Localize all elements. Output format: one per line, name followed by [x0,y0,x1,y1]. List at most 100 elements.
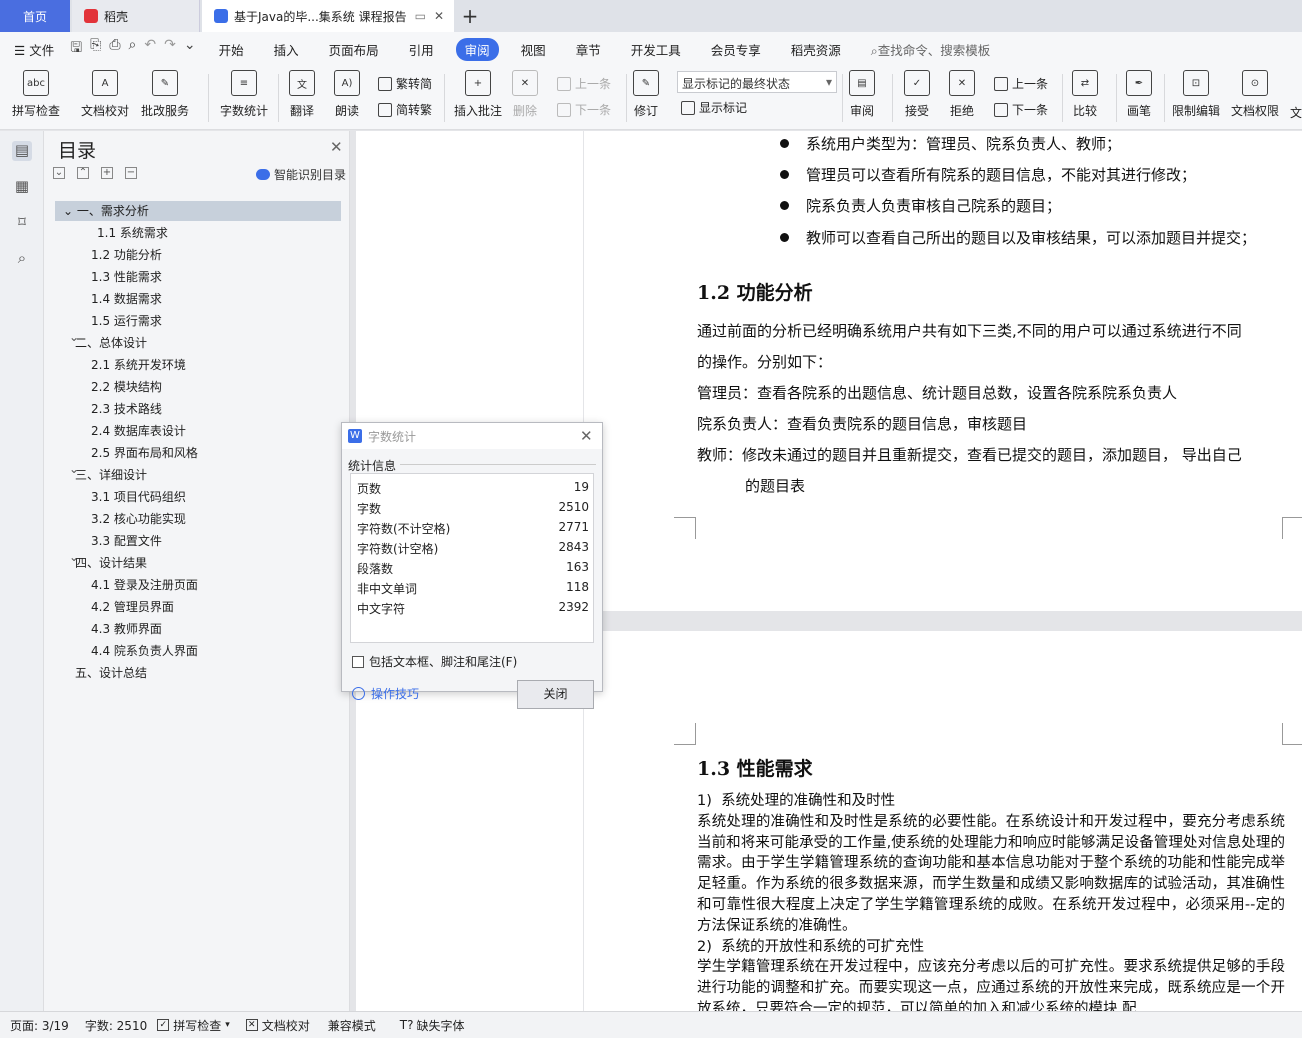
stat-row: 字数 2510 [357,500,589,517]
more-ribbon-button[interactable]: 文 [1290,104,1302,121]
insert-comment-button[interactable]: + 插入批注 [454,70,502,119]
export-icon[interactable]: ⎘ [90,37,101,61]
smart-toc-button[interactable]: 智能识别目录 [256,166,346,183]
toc-entry[interactable]: 3.1 项目代码组织 [91,487,186,507]
missing-font-status[interactable]: T? 缺失字体 [400,1017,465,1034]
toc-entry[interactable]: 2.3 技术路线 [91,399,162,419]
reject-button[interactable]: ✕ 拒绝 [949,70,975,119]
close-icon[interactable]: ✕ [330,138,343,156]
toc-entry[interactable]: 1.1 系统需求 [97,223,168,243]
read-aloud-button[interactable]: A) 朗读 [334,70,360,119]
review-pane-button[interactable]: ▤ 审阅 [849,70,875,119]
menu-chapter[interactable]: 章节 [561,40,616,59]
toc-entry[interactable]: ⌄ 一、需求分析 [55,201,341,221]
toc-entry[interactable]: 四、设计结果 [75,553,147,573]
to-simplified-button[interactable]: 简转繁 [378,101,432,118]
pen-button[interactable]: ✒ 画笔 [1126,70,1152,119]
spell-check-button[interactable]: abc 拼写检查 [12,70,60,119]
toc-entry[interactable]: 2.2 模块结构 [91,377,162,397]
toc-entry[interactable]: 4.3 教师界面 [91,619,162,639]
toc-entry[interactable]: 1.3 性能需求 [91,267,162,287]
save-icon[interactable]: 🖫 [70,37,82,61]
bookmark-icon[interactable]: ⌑ [12,213,32,233]
collapse-all-icon[interactable]: ⌄ [53,167,65,179]
word-count-indicator[interactable]: 字数: 2510 [85,1017,147,1034]
tab-document[interactable]: 基于Java的毕...集系统 课程报告 ▭ ✕ [202,0,454,32]
toc-entry[interactable]: 五、设计总结 [75,663,147,683]
chevron-down-icon[interactable]: ⌄ [69,550,79,564]
search-icon[interactable]: ⌕ [12,249,32,269]
tips-link[interactable]: 操作技巧 [352,685,419,702]
checkbox-box[interactable] [352,655,364,668]
toc-entry[interactable]: 4.4 院系负责人界面 [91,641,198,661]
spell-check-status[interactable]: ✓ 拼写检查 ▾ [157,1017,230,1034]
restrict-editing-button[interactable]: ⊡ 限制编辑 [1172,70,1220,119]
next-comment-button[interactable]: 下一条 [557,101,611,118]
doc-proof-status[interactable]: ✕ 文档校对 [245,1017,310,1034]
file-menu[interactable]: ☰ 文件 [0,40,62,59]
toc-entry[interactable]: 3.2 核心功能实现 [91,509,186,529]
print-icon[interactable]: ⎙ [109,37,120,61]
menu-daoke-resources[interactable]: 稻壳资源 [776,40,856,59]
tab-document-label: 基于Java的毕...集系统 课程报告 [234,9,407,24]
show-marks-button[interactable]: 显示标记 [681,99,747,116]
toc-entry[interactable]: 4.2 管理员界面 [91,597,174,617]
close-button[interactable]: 关闭 [517,680,594,709]
to-traditional-button[interactable]: 繁转简 [378,75,432,92]
remove-level-icon[interactable]: − [125,167,137,179]
chevron-down-icon[interactable]: ⌄ [69,330,79,344]
new-tab-icon[interactable]: + [458,4,482,28]
redo-icon[interactable]: ↷ [164,37,176,61]
page-indicator[interactable]: 页面: 3/19 [10,1017,69,1034]
customize-icon[interactable]: ⌄ [184,37,196,61]
chevron-down-icon[interactable]: ⌄ [69,462,79,476]
chapter-nav-icon[interactable]: ▦ [12,177,32,197]
toc-entry[interactable]: 二、总体设计 [75,333,147,353]
compare-button[interactable]: ⇄ 比较 [1072,70,1098,119]
toc-entry[interactable]: 3.3 配置文件 [91,531,162,551]
accept-button[interactable]: ✓ 接受 [904,70,930,119]
prev-change-button[interactable]: 上一条 [994,75,1048,92]
add-level-icon[interactable]: + [101,167,113,179]
doc-permission-button[interactable]: ⊙ 文档权限 [1231,70,1279,119]
divider [892,74,893,122]
toc-entry[interactable]: 1.2 功能分析 [91,245,162,265]
menu-layout[interactable]: 页面布局 [314,40,394,59]
word-count-button[interactable]: ≡ 字数统计 [220,70,268,119]
menu-view[interactable]: 视图 [506,40,561,59]
prev-comment-button[interactable]: 上一条 [557,75,611,92]
menu-review[interactable]: 审阅 [455,37,499,61]
track-changes-button[interactable]: ✎ 修订 [633,70,659,119]
toc-entry[interactable]: 三、详细设计 [75,465,147,485]
toc-entry[interactable]: 1.4 数据需求 [91,289,162,309]
tab-restore-icon[interactable]: ▭ [415,9,426,23]
markup-state-select[interactable]: 显示标记的最终状态 ▾ [677,71,837,93]
menu-devtools[interactable]: 开发工具 [616,40,696,59]
toc-entry[interactable]: 2.5 界面布局和风格 [91,443,198,463]
dialog-titlebar[interactable]: W 字数统计 [342,423,602,449]
expand-up-icon[interactable]: ⌃ [77,167,89,179]
toc-entry[interactable]: 2.4 数据库表设计 [91,421,186,441]
toc-entry[interactable]: 1.5 运行需求 [91,311,162,331]
menu-reference[interactable]: 引用 [394,40,449,59]
include-textbox-checkbox[interactable]: 包括文本框、脚注和尾注(F) [352,653,517,670]
menu-start[interactable]: 开始 [204,40,259,59]
toc-entry[interactable]: 4.1 登录及注册页面 [91,575,198,595]
toc-entry[interactable]: 2.1 系统开发环境 [91,355,186,375]
delete-comment-button[interactable]: ✕ 删除 [512,70,538,119]
translate-button[interactable]: 文翻译 [289,70,315,119]
menu-insert[interactable]: 插入 [259,40,314,59]
tab-daoke[interactable]: 稻壳 [72,0,200,32]
preview-icon[interactable]: ⌕ [129,37,137,61]
menu-member[interactable]: 会员专享 [696,40,776,59]
undo-icon[interactable]: ↶ [144,37,156,61]
menu-bar: ☰ 文件 🖫 ⎘ ⎙ ⌕ ↶ ↷ ⌄ 开始 插入 页面布局 引用 审阅 视图 章… [0,32,1302,66]
command-search[interactable]: ⌕查找命令、搜索模板 [856,40,1006,59]
tab-home[interactable]: 首页 [0,0,70,32]
doc-proof-button[interactable]: A 文档校对 [81,70,129,119]
tab-close-icon[interactable]: ✕ [434,9,444,23]
close-icon[interactable]: ✕ [580,427,593,445]
next-change-button[interactable]: 下一条 [994,101,1048,118]
revise-service-button[interactable]: ✎ 批改服务 [141,70,189,119]
toc-icon[interactable]: ▤ [12,141,32,161]
